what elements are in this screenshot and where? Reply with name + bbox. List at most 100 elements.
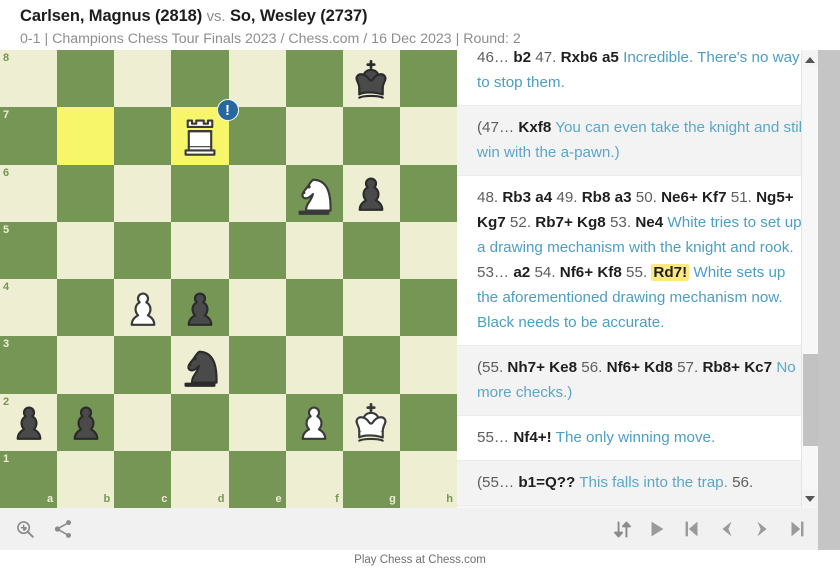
board-square-g1[interactable]: g [342, 450, 400, 508]
move-san[interactable]: b2 [513, 50, 531, 66]
move-list[interactable]: 46… b2 47. Rxb6 a5 Incredible. There's n… [457, 50, 823, 506]
board-square-c6[interactable] [114, 164, 172, 222]
move-san[interactable]: Rb8 a3 [582, 189, 632, 206]
board-square-c1[interactable]: c [114, 450, 172, 508]
move-san[interactable]: Ne4 [635, 214, 663, 231]
move-san[interactable]: Rb7+ Kg8 [535, 214, 605, 231]
move-list-row[interactable]: 48. Rb3 a4 49. Rb8 a3 50. Ne6+ Kf7 51. N… [457, 176, 823, 346]
scroll-down-icon[interactable] [802, 490, 818, 507]
chessboard-container[interactable]: 8 7 6 5 4 3 2 1 a b c d e f g h! [0, 50, 457, 508]
first-move-icon[interactable] [681, 518, 703, 540]
board-square-e3[interactable] [228, 336, 286, 394]
board-square-b1[interactable]: b [57, 450, 115, 508]
board-square-e1[interactable]: e [228, 450, 286, 508]
board-square-h1[interactable]: h [399, 450, 457, 508]
move-san[interactable]: Nf6+ Kd8 [607, 359, 673, 376]
scrollbar-track[interactable] [802, 67, 818, 491]
move-list-row[interactable]: (47… Kxf8 You can even take the knight a… [457, 106, 823, 176]
next-move-icon[interactable] [751, 518, 773, 540]
board-square-f3[interactable] [285, 336, 343, 394]
board-square-a6[interactable]: 6 [0, 164, 58, 222]
board-square-h4[interactable] [399, 279, 457, 337]
board-square-h6[interactable] [399, 164, 457, 222]
board-square-f4[interactable] [285, 279, 343, 337]
move-list-panel[interactable]: 46… b2 47. Rxb6 a5 Incredible. There's n… [457, 50, 840, 508]
move-san[interactable]: Ne6+ Kf7 [661, 189, 726, 206]
analysis-zoom-icon[interactable] [14, 518, 36, 540]
board-square-f5[interactable] [285, 221, 343, 279]
board-square-e2[interactable] [228, 393, 286, 451]
board-square-f1[interactable]: f [285, 450, 343, 508]
move-san[interactable]: Nf6+ Kf8 [560, 264, 622, 281]
board-square-c4[interactable] [114, 279, 172, 337]
move-san[interactable]: Nh7+ Ke8 [507, 359, 577, 376]
board-square-b7[interactable] [57, 107, 115, 165]
board-square-h2[interactable] [399, 393, 457, 451]
board-square-d1[interactable]: d [171, 450, 229, 508]
move-list-scrollbar[interactable] [801, 50, 818, 508]
board-square-g8[interactable] [342, 50, 400, 108]
move-san[interactable]: Nf4+! [513, 429, 551, 446]
chessboard[interactable]: 8 7 6 5 4 3 2 1 a b c d e f g h! [0, 50, 457, 508]
board-square-b6[interactable] [57, 164, 115, 222]
scroll-up-icon[interactable] [802, 51, 818, 68]
move-san-current[interactable]: Rd7! [651, 264, 690, 281]
move-san[interactable]: Rb3 a4 [502, 189, 552, 206]
board-square-a1[interactable]: 1a [0, 450, 58, 508]
board-square-g4[interactable] [342, 279, 400, 337]
board-square-h8[interactable] [399, 50, 457, 108]
board-square-a3[interactable]: 3 [0, 336, 58, 394]
board-square-d5[interactable] [171, 221, 229, 279]
board-square-d2[interactable] [171, 393, 229, 451]
move-san[interactable]: Rxb6 a5 [561, 50, 619, 66]
board-square-g2[interactable] [342, 393, 400, 451]
board-square-f7[interactable] [285, 107, 343, 165]
board-square-g5[interactable] [342, 221, 400, 279]
board-square-e8[interactable] [228, 50, 286, 108]
board-square-g7[interactable] [342, 107, 400, 165]
move-san[interactable]: Rb8+ Kc7 [702, 359, 772, 376]
board-square-g3[interactable] [342, 336, 400, 394]
move-list-row[interactable]: (55… b1=Q?? This falls into the trap. 56… [457, 461, 823, 506]
board-square-c5[interactable] [114, 221, 172, 279]
board-square-b4[interactable] [57, 279, 115, 337]
board-square-a5[interactable]: 5 [0, 221, 58, 279]
share-icon[interactable] [52, 518, 74, 540]
board-square-a4[interactable]: 4 [0, 279, 58, 337]
board-square-c8[interactable] [114, 50, 172, 108]
board-square-d3[interactable] [171, 336, 229, 394]
move-san[interactable]: b1=Q?? [518, 474, 575, 491]
previous-move-icon[interactable] [716, 518, 738, 540]
board-square-e5[interactable] [228, 221, 286, 279]
board-square-a2[interactable]: 2 [0, 393, 58, 451]
board-square-b8[interactable] [57, 50, 115, 108]
board-square-f6[interactable] [285, 164, 343, 222]
board-square-b3[interactable] [57, 336, 115, 394]
play-icon[interactable] [646, 518, 668, 540]
board-square-c2[interactable] [114, 393, 172, 451]
board-square-b5[interactable] [57, 221, 115, 279]
board-square-h5[interactable] [399, 221, 457, 279]
board-square-d8[interactable] [171, 50, 229, 108]
board-square-c3[interactable] [114, 336, 172, 394]
board-square-a7[interactable]: 7 [0, 107, 58, 165]
move-san[interactable]: a2 [513, 264, 530, 281]
board-square-h7[interactable] [399, 107, 457, 165]
flip-board-icon[interactable] [612, 519, 633, 540]
board-square-h3[interactable] [399, 336, 457, 394]
move-list-row[interactable]: 46… b2 47. Rxb6 a5 Incredible. There's n… [457, 50, 823, 106]
board-square-a8[interactable]: 8 [0, 50, 58, 108]
scrollbar-thumb[interactable] [803, 354, 818, 446]
outer-scroll-gutter[interactable] [818, 50, 840, 508]
board-square-g6[interactable] [342, 164, 400, 222]
board-square-c7[interactable] [114, 107, 172, 165]
board-square-f2[interactable] [285, 393, 343, 451]
move-list-row[interactable]: 55… Nf4+! The only winning move. [457, 416, 823, 461]
move-san[interactable]: Kxf8 [518, 119, 551, 136]
board-square-b2[interactable] [57, 393, 115, 451]
board-square-e4[interactable] [228, 279, 286, 337]
board-square-d4[interactable] [171, 279, 229, 337]
last-move-icon[interactable] [786, 518, 808, 540]
board-square-f8[interactable] [285, 50, 343, 108]
move-list-row[interactable]: (55. Nh7+ Ke8 56. Nf6+ Kd8 57. Rb8+ Kc7 … [457, 346, 823, 416]
